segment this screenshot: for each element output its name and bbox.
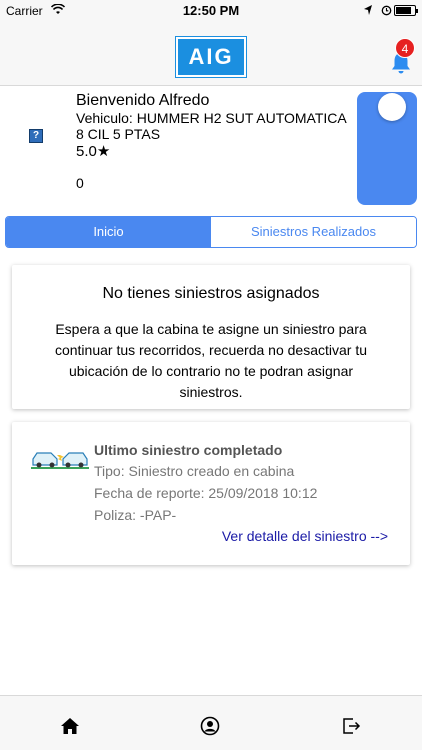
bottom-tab-bar	[0, 695, 422, 750]
card-title: No tienes siniestros asignados	[102, 285, 320, 302]
battery-icon	[394, 5, 418, 16]
location-arrow-icon	[364, 5, 372, 15]
alarm-icon	[381, 5, 392, 16]
view-claim-detail-link[interactable]: Ver detalle del siniestro -->	[222, 528, 388, 544]
last-claim-title: Ultimo siniestro completado	[94, 442, 283, 458]
status-time: 12:50 PM	[182, 3, 240, 18]
last-claim-card: Ultimo siniestro completado Tipo: Sinies…	[12, 422, 410, 565]
vehicle-line-1: Vehiculo: HUMMER H2 SUT AUTOMATICA	[76, 110, 347, 126]
app-header: AIG 4	[0, 22, 422, 86]
claim-report-date: Fecha de reporte: 25/09/2018 10:12	[94, 485, 318, 501]
tab-inicio[interactable]: Inicio	[6, 217, 211, 247]
claim-policy: Poliza: -PAP-	[94, 507, 177, 523]
tab-siniestros-realizados[interactable]: Siniestros Realizados	[211, 217, 416, 247]
status-bar: Carrier 12:50 PM	[0, 0, 422, 22]
availability-toggle[interactable]	[357, 92, 417, 205]
avatar: ?	[16, 108, 54, 160]
card-body: Espera a que la cabina te asigne un sini…	[54, 321, 368, 400]
vehicle-line-2: 8 CIL 5 PTAS	[76, 126, 161, 142]
notification-badge: 4	[395, 38, 415, 58]
car-crash-icon	[31, 452, 89, 469]
home-icon[interactable]	[60, 716, 80, 736]
welcome-text: Bienvenido Alfredo	[76, 92, 210, 109]
avatar-placeholder-icon: ?	[29, 129, 43, 143]
segmented-control: Inicio Siniestros Realizados	[5, 216, 417, 248]
claim-type: Tipo: Siniestro creado en cabina	[94, 463, 295, 479]
profile-info: Bienvenido Alfredo Vehiculo: HUMMER H2 S…	[76, 92, 351, 142]
no-assignments-card: No tienes siniestros asignados Espera a …	[12, 265, 410, 409]
count-value: 0	[76, 175, 84, 191]
aig-logo: AIG	[175, 36, 247, 78]
profile-icon[interactable]	[200, 716, 220, 736]
rating: 5.0★	[76, 143, 111, 160]
logout-icon[interactable]	[341, 716, 361, 736]
toggle-knob[interactable]	[378, 93, 406, 121]
